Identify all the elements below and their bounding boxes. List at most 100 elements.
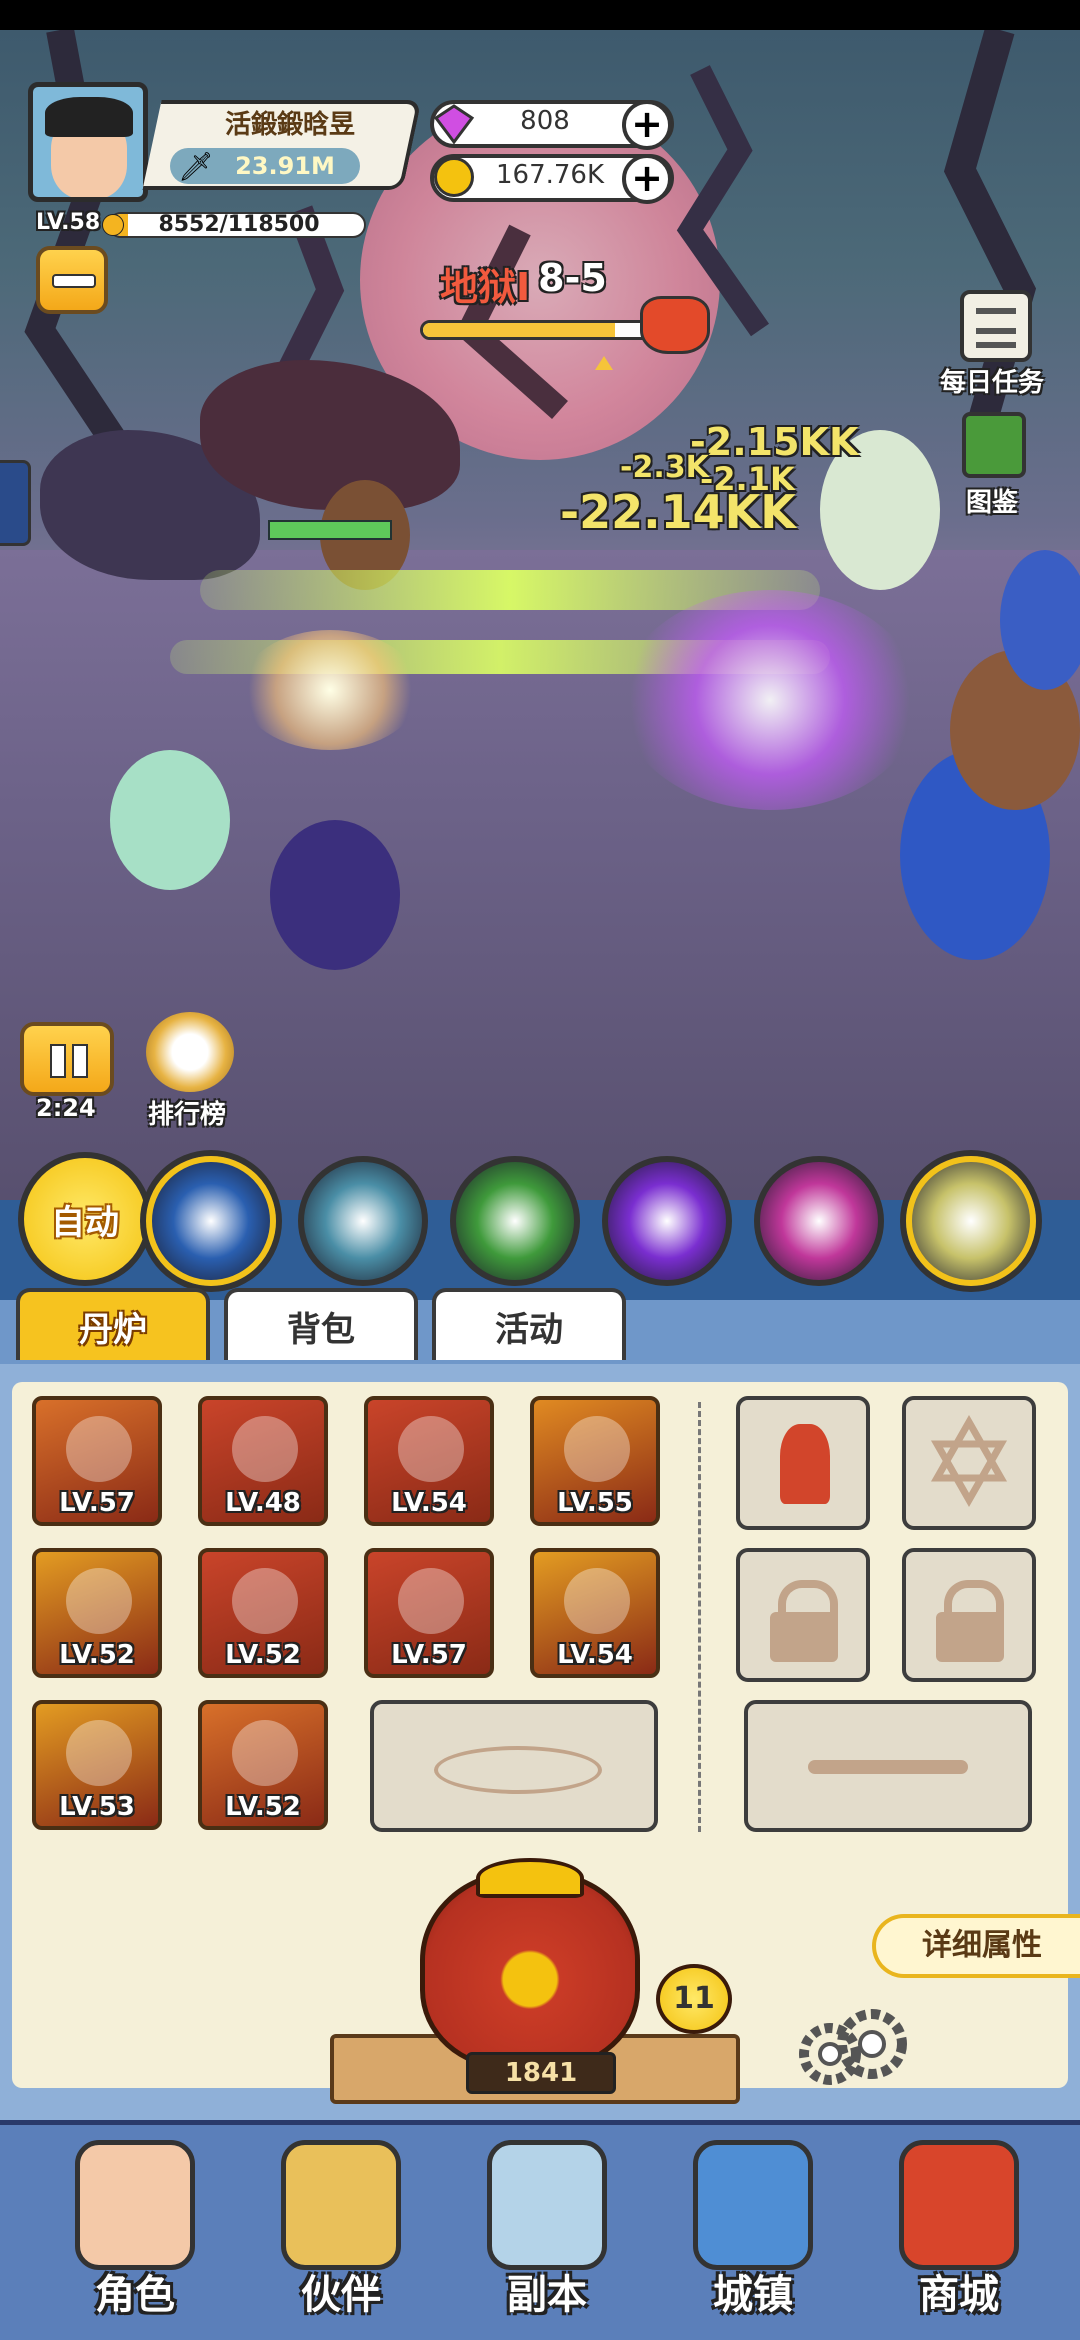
stage-progress-fill [423,323,616,337]
equipment-level: LV.53 [59,1792,135,1822]
blue-comet-icon[interactable] [146,1156,276,1286]
player-avatar[interactable] [28,82,148,202]
formation-slot[interactable] [370,1700,658,1832]
furnace-level-badge: 11 [656,1964,732,2034]
enemy-blue-hair [1000,550,1080,690]
codex-label[interactable]: 图鉴 [966,482,1018,519]
pink-spiral-icon[interactable] [754,1156,884,1286]
nav-label: 城镇 [713,2271,793,2318]
gold-coin-icon [434,157,474,197]
equipment-slot[interactable]: LV.52 [32,1548,162,1678]
nav-companion[interactable]: 伙伴 [256,2140,426,2320]
stage-name: 地狱I [440,265,531,309]
daily-tasks-icon[interactable] [960,290,1032,362]
equipment-slot[interactable]: LV.54 [364,1396,494,1526]
bagua-icon [232,1568,298,1634]
ranking-label[interactable]: 排行榜 [148,1094,226,1131]
weapon-slot[interactable] [744,1700,1032,1832]
impact-flash [240,630,420,750]
golden-dragon-orb-icon [564,1568,630,1634]
side-panel-tab-icon[interactable] [0,460,31,546]
add-gems-button[interactable]: + [622,100,672,150]
equipment-slot[interactable]: LV.57 [32,1396,162,1526]
furnace-count: 1841 [466,2052,616,2094]
damage-number: -2.3K [620,450,709,485]
belt-icon [66,1720,132,1786]
spear-icon [808,1760,968,1774]
nav-town[interactable]: 城镇 [668,2140,838,2320]
nav-label: 伙伴 [301,2271,381,2318]
lock-body [936,1612,1004,1662]
add-gold-button[interactable]: + [622,154,672,204]
dragon-whip-icon [398,1568,464,1634]
daily-tasks-label[interactable]: 每日任务 [940,362,1044,399]
equipment-slot[interactable]: LV.54 [530,1548,660,1678]
flower-slot[interactable] [736,1396,870,1530]
locked-slot[interactable] [902,1548,1036,1682]
battle-timer: 2:24 [36,1094,96,1122]
town-icon [693,2140,813,2270]
purple-explosion [620,590,920,810]
companion-icon [281,2140,401,2270]
ally-hp-bar [268,520,392,540]
boots-icon [232,1720,298,1786]
progress-marker-icon [595,356,613,370]
gem-count: 808 [520,106,570,136]
ice-dragon-icon[interactable] [298,1156,428,1286]
stage-title: 地狱I 8-5 [440,256,607,311]
character-icon [75,2140,195,2270]
equipment-slot[interactable]: LV.52 [198,1700,328,1830]
alchemy-furnace[interactable] [420,1870,640,2070]
sword-icon [66,1416,132,1482]
locked-slot[interactable] [736,1548,870,1682]
lock-body [770,1612,838,1662]
auto-battle-button[interactable]: 自动 [18,1152,152,1286]
sword-icon: 🗡 [178,150,214,183]
purple-vortex-icon[interactable] [602,1156,732,1286]
green-orb-icon[interactable] [450,1156,580,1286]
golden-wing-icon [66,1568,132,1634]
nav-dungeon-scroll[interactable]: 副本 [462,2140,632,2320]
red-flower-icon [780,1424,830,1504]
equipment-slot[interactable]: LV.53 [32,1700,162,1830]
equipment-level: LV.57 [59,1488,135,1518]
tab-activities[interactable]: 活动 [432,1288,626,1360]
equipment-level: LV.52 [225,1792,301,1822]
ranking-trophy-icon[interactable] [146,1012,234,1092]
player-level: LV.58 [36,210,101,235]
equipment-slot[interactable]: LV.48 [198,1396,328,1526]
gem-icon [432,102,476,146]
lightning-rune-icon[interactable] [906,1156,1036,1286]
equipment-level: LV.54 [557,1640,633,1670]
menu-collapse-button[interactable] [36,246,108,314]
auto-battle-label: 自动 [51,1202,119,1243]
codex-book-icon[interactable] [962,412,1026,478]
nav-label: 角色 [95,2271,175,2318]
gold-count: 167.76K [495,160,605,190]
star-slot[interactable] [902,1396,1036,1530]
robe-icon [398,1416,464,1482]
equipment-slot[interactable]: LV.55 [530,1396,660,1526]
tab-backpack[interactable]: 背包 [224,1288,418,1360]
nav-character[interactable]: 角色 [50,2140,220,2320]
tab-furnace[interactable]: 丹炉 [16,1288,210,1360]
nav-label: 商城 [919,2271,999,2318]
hexagram-icon [930,1414,1008,1508]
damage-number: -2.15KK [690,420,859,464]
equipment-slot[interactable]: LV.52 [198,1548,328,1678]
shop-icon [899,2140,1019,2270]
panel-divider [698,1402,701,1832]
settings-gear-icon[interactable] [790,2004,910,2094]
equipment-level: LV.52 [225,1640,301,1670]
nav-shop[interactable]: 商城 [874,2140,1044,2320]
equipment-level: LV.57 [391,1640,467,1670]
dungeon-scroll-icon [487,2140,607,2270]
equipment-slot[interactable]: LV.57 [364,1548,494,1678]
stage-progress-bar [420,320,652,340]
equipment-level: LV.52 [59,1640,135,1670]
nav-label: 副本 [507,2271,587,2318]
pause-button[interactable] [20,1022,114,1096]
details-button[interactable]: 详细属性 [872,1914,1080,1978]
player-power: 23.91M [235,152,335,180]
phoenix-orb-icon [564,1416,630,1482]
